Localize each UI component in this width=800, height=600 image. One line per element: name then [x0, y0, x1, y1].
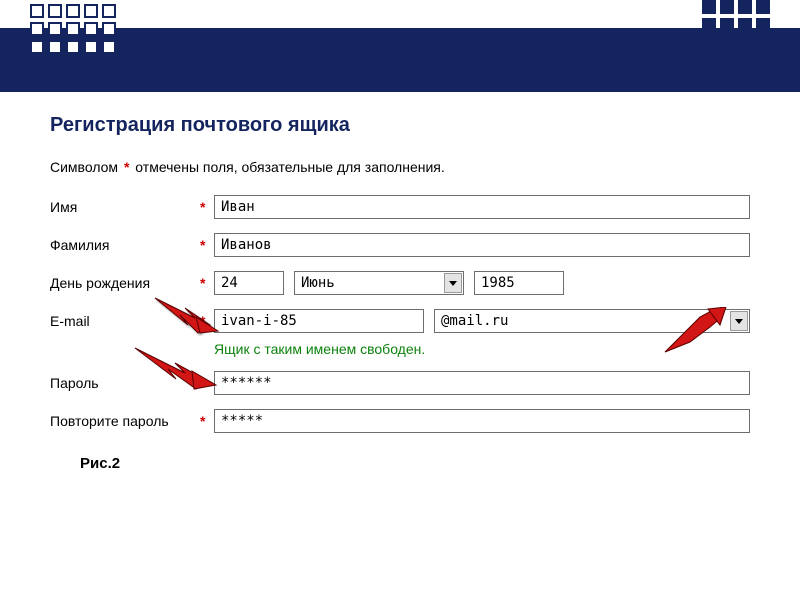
row-birthday: День рождения * 24 Июнь 1985: [50, 271, 750, 295]
decorative-pixels-left: [30, 4, 116, 54]
select-email-domain[interactable]: @mail.ru: [434, 309, 750, 333]
input-first-name[interactable]: Иван: [214, 195, 750, 219]
input-last-name[interactable]: Иванов: [214, 233, 750, 257]
required-marker: *: [200, 275, 214, 291]
input-password[interactable]: ******: [214, 371, 750, 395]
label-password: Пароль: [50, 375, 200, 391]
label-email: E-mail: [50, 313, 200, 329]
row-password: Пароль * ******: [50, 371, 750, 395]
form-content: Регистрация почтового ящика Символом * о…: [0, 92, 800, 482]
chevron-down-icon[interactable]: [444, 273, 462, 293]
row-last-name: Фамилия * Иванов: [50, 233, 750, 257]
page-title: Регистрация почтового ящика: [50, 114, 750, 137]
row-email: E-mail * ivan-i-85 @mail.ru: [50, 309, 750, 333]
decorative-top: [0, 0, 800, 22]
required-note: Символом * отмечены поля, обязательные д…: [50, 159, 750, 175]
required-marker: *: [200, 313, 214, 329]
input-password-repeat[interactable]: *****: [214, 409, 750, 433]
required-marker: *: [200, 413, 214, 429]
input-birthday-day[interactable]: 24: [214, 271, 284, 295]
label-last-name: Фамилия: [50, 237, 200, 253]
decorative-pixels-right: [702, 0, 770, 68]
select-birthday-month[interactable]: Июнь: [294, 271, 464, 295]
input-birthday-year[interactable]: 1985: [474, 271, 564, 295]
required-marker: *: [200, 375, 214, 391]
row-first-name: Имя * Иван: [50, 195, 750, 219]
input-email-user[interactable]: ivan-i-85: [214, 309, 424, 333]
label-password-repeat: Повторите пароль: [50, 413, 200, 429]
asterisk-icon: *: [122, 159, 131, 175]
figure-caption: Рис.2: [80, 455, 750, 472]
email-available-message: Ящик с таким именем свободен.: [214, 341, 750, 357]
label-first-name: Имя: [50, 199, 200, 215]
chevron-down-icon[interactable]: [730, 311, 748, 331]
required-marker: *: [200, 199, 214, 215]
row-password-repeat: Повторите пароль * *****: [50, 409, 750, 433]
header-banner: [0, 22, 800, 92]
required-marker: *: [200, 237, 214, 253]
label-birthday: День рождения: [50, 275, 200, 291]
